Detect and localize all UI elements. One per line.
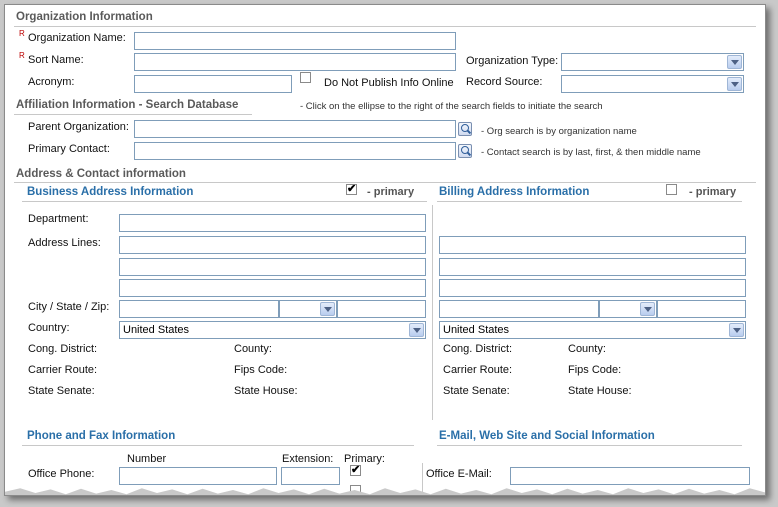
billing-carrier-route-label: Carrier Route:: [443, 364, 513, 376]
business-primary-label: - primary: [367, 186, 415, 198]
number-header: Number: [127, 453, 167, 465]
office-email-input[interactable]: [510, 467, 750, 485]
country-label: Country:: [28, 322, 70, 334]
business-address-line-1[interactable]: [119, 236, 426, 254]
business-country-select[interactable]: United States: [119, 321, 426, 339]
org-type-label: Organization Type:: [466, 55, 559, 67]
office-phone-label: Office Phone:: [28, 468, 95, 480]
office-phone-extension-input[interactable]: [281, 467, 340, 485]
org-name-label: Organization Name:: [28, 32, 126, 44]
required-marker: R: [19, 29, 25, 38]
business-country-value: United States: [123, 324, 190, 336]
billing-zip-input[interactable]: [657, 300, 746, 318]
affiliation-section-rule: [14, 114, 252, 115]
chevron-down-icon[interactable]: [320, 302, 335, 316]
office-phone-number-input[interactable]: [119, 467, 277, 485]
billing-state-senate-label: State Senate:: [443, 385, 510, 397]
chevron-down-icon[interactable]: [729, 323, 744, 337]
business-carrier-route-label: Carrier Route:: [28, 364, 98, 376]
record-source-label: Record Source:: [466, 76, 543, 88]
billing-address-line-1[interactable]: [439, 236, 746, 254]
business-fips-code-label: Fips Code:: [234, 364, 288, 376]
sort-name-input[interactable]: [134, 53, 456, 71]
acronym-input[interactable]: [134, 75, 292, 93]
billing-address-title: Billing Address Information: [439, 186, 590, 198]
phone-fax-rule: [22, 445, 414, 446]
office-phone-primary-checkbox[interactable]: ✔: [350, 465, 361, 476]
record-source-select[interactable]: [561, 75, 744, 93]
organization-form: Organization Information R Organization …: [4, 4, 766, 496]
billing-fips-code-label: Fips Code:: [568, 364, 622, 376]
billing-primary-label: - primary: [689, 186, 737, 198]
business-state-senate-label: State Senate:: [28, 385, 95, 397]
org-section-title: Organization Information: [16, 11, 153, 23]
phone-fax-title: Phone and Fax Information: [27, 430, 176, 442]
search-icon[interactable]: [458, 144, 472, 158]
contact-divider: [422, 463, 423, 493]
extension-header: Extension:: [282, 453, 334, 465]
required-marker: R: [19, 51, 25, 60]
sort-name-label: Sort Name:: [28, 54, 84, 66]
business-primary-checkbox[interactable]: ✔: [346, 184, 357, 195]
address-lines-label: Address Lines:: [28, 237, 101, 249]
parent-org-input[interactable]: [134, 120, 456, 138]
org-name-input[interactable]: [134, 32, 456, 50]
billing-address-line-3[interactable]: [439, 279, 746, 297]
address-divider: [432, 205, 433, 420]
primary-contact-input[interactable]: [134, 142, 456, 160]
chevron-down-icon[interactable]: [727, 55, 742, 69]
business-address-line-3[interactable]: [119, 279, 426, 297]
search-icon[interactable]: [458, 122, 472, 136]
affiliation-section-title: Affiliation Information - Search Databas…: [16, 99, 239, 111]
department-label: Department:: [28, 213, 89, 225]
city-state-zip-label: City / State / Zip:: [28, 301, 110, 313]
torn-edge: [5, 488, 765, 495]
billing-state-house-label: State House:: [568, 385, 632, 397]
acronym-label: Acronym:: [28, 76, 75, 88]
billing-state-select[interactable]: [599, 300, 657, 318]
do-not-publish-checkbox[interactable]: [300, 72, 311, 83]
org-type-select[interactable]: [561, 53, 744, 71]
address-section-title: Address & Contact information: [16, 168, 186, 180]
chevron-down-icon[interactable]: [727, 77, 742, 91]
billing-country-select[interactable]: United States: [439, 321, 746, 339]
business-address-title: Business Address Information: [27, 186, 194, 198]
chevron-down-icon[interactable]: [640, 302, 655, 316]
office-email-label: Office E-Mail:: [426, 468, 492, 480]
business-rule: [22, 201, 427, 202]
business-state-house-label: State House:: [234, 385, 298, 397]
org-section-rule: [14, 26, 756, 27]
do-not-publish-label: Do Not Publish Info Online: [324, 77, 454, 89]
affiliation-hint: - Click on the ellipse to the right of t…: [300, 101, 603, 112]
billing-primary-checkbox[interactable]: [666, 184, 677, 195]
billing-county-label: County:: [568, 343, 606, 355]
billing-address-line-2[interactable]: [439, 258, 746, 276]
business-county-label: County:: [234, 343, 272, 355]
billing-country-value: United States: [443, 324, 510, 336]
primary-contact-label: Primary Contact:: [28, 143, 110, 155]
chevron-down-icon[interactable]: [409, 323, 424, 337]
business-city-input[interactable]: [119, 300, 279, 318]
billing-cong-district-label: Cong. District:: [443, 343, 513, 355]
business-cong-district-label: Cong. District:: [28, 343, 98, 355]
business-address-line-2[interactable]: [119, 258, 426, 276]
parent-org-note: - Org search is by organization name: [481, 126, 637, 137]
business-state-select[interactable]: [279, 300, 337, 318]
address-section-rule: [14, 182, 756, 183]
parent-org-label: Parent Organization:: [28, 121, 129, 133]
billing-rule: [437, 201, 742, 202]
business-zip-input[interactable]: [337, 300, 426, 318]
email-web-rule: [437, 445, 742, 446]
billing-city-input[interactable]: [439, 300, 599, 318]
department-input[interactable]: [119, 214, 426, 232]
email-web-title: E-Mail, Web Site and Social Information: [439, 430, 655, 442]
primary-contact-note: - Contact search is by last, first, & th…: [481, 147, 701, 158]
